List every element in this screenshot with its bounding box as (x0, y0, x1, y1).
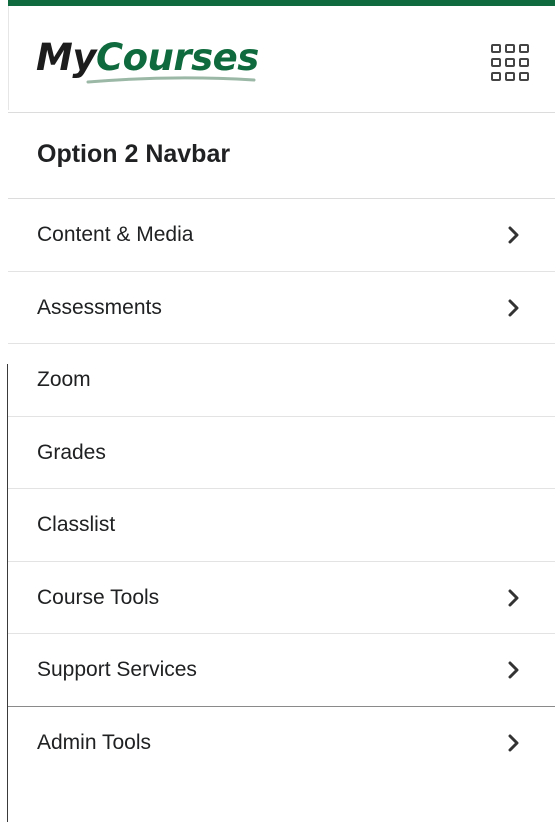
grid-dot (505, 44, 515, 53)
menu-item-label: Content & Media (37, 223, 194, 246)
menu-item-label: Support Services (37, 658, 197, 681)
grid-dot (491, 72, 501, 81)
menu-item-classlist[interactable]: Classlist (8, 489, 555, 562)
logo-swoosh (86, 76, 256, 84)
chevron-right-icon (508, 661, 519, 679)
menu-item-label: Assessments (37, 295, 162, 319)
header: MyCourses (8, 6, 555, 113)
menu-item-content-media[interactable]: Content & Media (8, 199, 555, 272)
grid-dot (505, 58, 515, 67)
grid-dot (519, 58, 529, 67)
menu-item-label: Course Tools (37, 585, 160, 609)
nav-title-row: Option 2 Navbar (8, 113, 555, 199)
grid-dot (519, 44, 529, 53)
grid-dot (505, 72, 515, 81)
menu-item-label: Admin Tools (37, 730, 152, 754)
mycourses-logo[interactable]: MyCourses (36, 36, 259, 90)
grid-dot (519, 72, 529, 81)
grid-dot (491, 44, 501, 53)
menu-item-grades[interactable]: Grades (8, 417, 555, 489)
chevron-right-icon (508, 589, 519, 606)
chevron-right-icon (508, 299, 519, 316)
menu-item-support-services[interactable]: Support Services (8, 634, 555, 707)
menu-item-assessments[interactable]: Assessments (8, 272, 555, 344)
menu-item-label: Zoom (37, 368, 91, 391)
grid-dot (491, 58, 501, 67)
app-grid-icon[interactable] (489, 42, 533, 86)
nav-menu: Content & Media Assessments Zoom Grades … (8, 199, 555, 779)
chevron-right-icon (508, 734, 519, 751)
menu-item-label: Classlist (37, 513, 116, 536)
menu-item-course-tools[interactable]: Course Tools (8, 562, 555, 634)
chevron-right-icon (508, 226, 519, 244)
menu-item-label: Grades (37, 440, 106, 464)
menu-item-admin-tools[interactable]: Admin Tools (8, 707, 555, 780)
menu-item-zoom[interactable]: Zoom (8, 344, 555, 417)
nav-title: Option 2 Navbar (37, 140, 231, 168)
